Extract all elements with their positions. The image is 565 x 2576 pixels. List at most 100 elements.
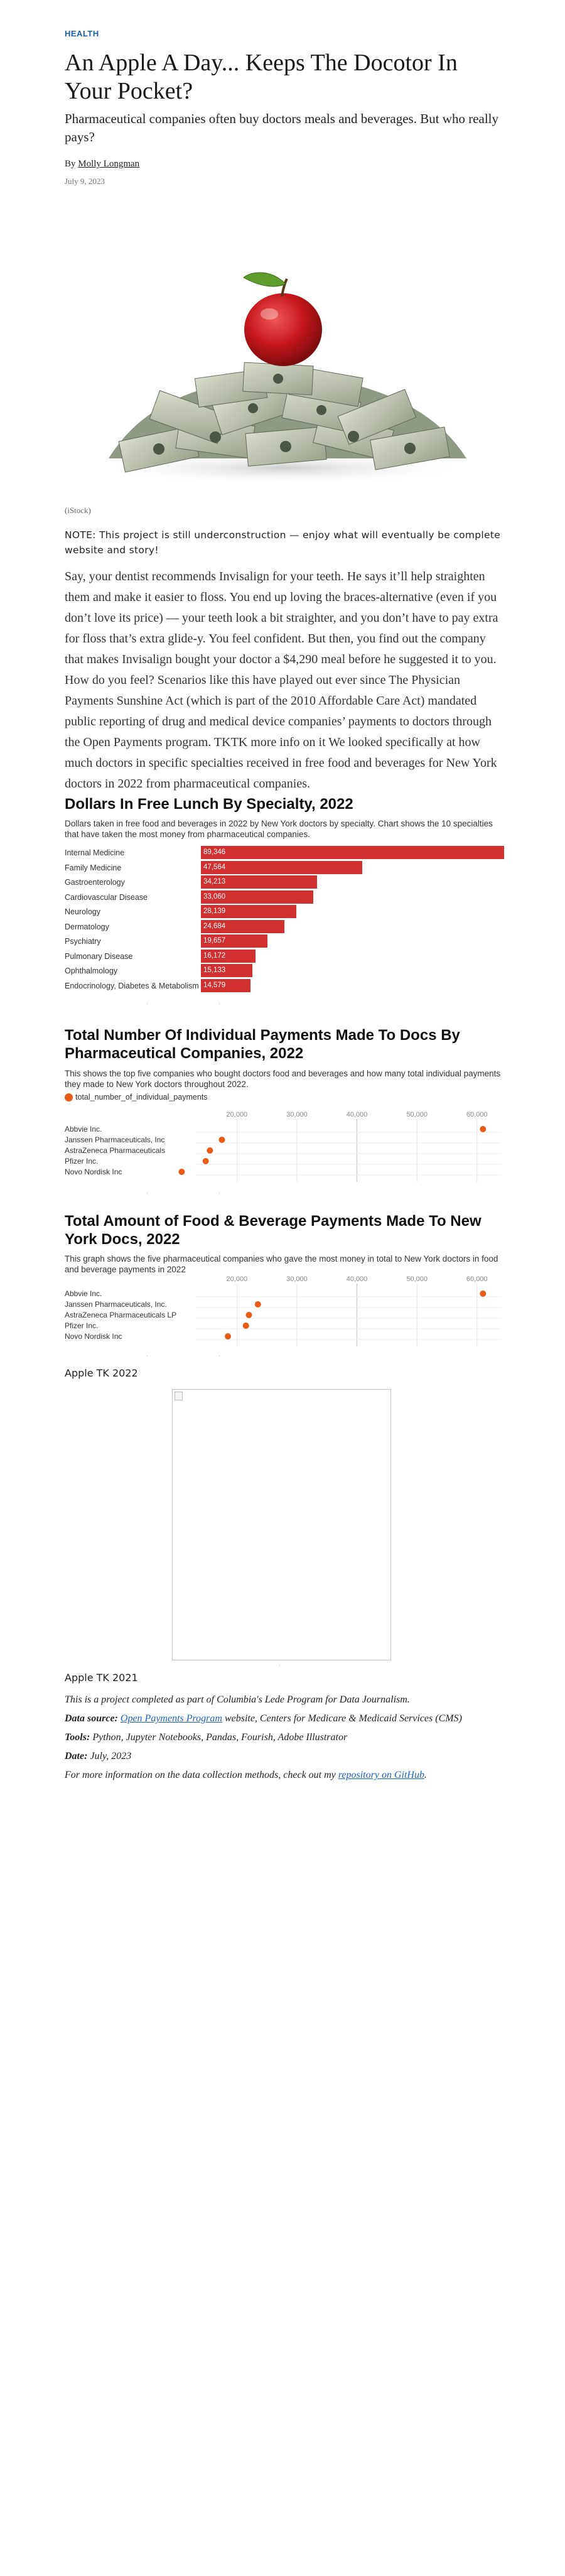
dek: Pharmaceutical companies often buy docto… (65, 111, 499, 144)
bar-row: Family Medicine 47,564 (65, 860, 504, 875)
dot-chart-payments-amount: 20,000 30,000 40,000 50,000 60,000 Abbvie Inc… (65, 1275, 504, 1349)
bar-value-label: 24,684 (203, 922, 226, 930)
bar[interactable]: 15,133 (201, 964, 252, 977)
footer-more-info: For more information on the data collect… (65, 1768, 504, 1782)
dot-category-label: Janssen Pharmaceuticals, Inc. (65, 1300, 167, 1309)
image-caption: (iStock) (65, 506, 91, 515)
footer-program: This is a project completed as part of C… (65, 1694, 410, 1705)
chart1-source-dot: · (218, 1001, 220, 1007)
chart3-subtitle: This graph shows the five pharmaceutical… (65, 1254, 498, 1274)
bar-row: Pulmonary Disease 16,172 (65, 949, 504, 963)
bar[interactable]: 16,172 (201, 949, 256, 963)
bar-value-label: 15,133 (203, 966, 226, 974)
section-tk-2022: Apple TK 2022 (65, 1367, 138, 1379)
x-tick-label: 50,000 (406, 1275, 428, 1283)
bar[interactable]: 28,139 (201, 905, 297, 918)
data-point[interactable] (202, 1158, 209, 1164)
bar[interactable]: 14,579 (201, 978, 250, 992)
author-link[interactable]: Molly Longman (78, 159, 139, 169)
bar-category-label: Endocrinology, Diabetes & Metabolism (65, 981, 199, 990)
data-point[interactable] (207, 1147, 213, 1154)
data-source-rest: website, Centers for Medicare & Medicaid… (222, 1713, 462, 1724)
dot-chart-svg: 20,000 30,000 40,000 50,000 60,000 Abbvie Inc… (65, 1111, 501, 1182)
open-payments-link[interactable]: Open Payments Program (121, 1713, 222, 1724)
github-repo-link[interactable]: repository on GitHub (338, 1770, 424, 1780)
data-point[interactable] (245, 1312, 252, 1318)
bar-category-label: Family Medicine (65, 863, 122, 872)
apple-on-money-pile-icon (95, 272, 471, 484)
more-prefix: For more information on the data collect… (65, 1770, 338, 1780)
footer-tools: Tools: Python, Jupyter Notebooks, Pandas… (65, 1731, 504, 1745)
data-point[interactable] (254, 1301, 261, 1307)
x-tick-label: 20,000 (227, 1111, 248, 1118)
more-suffix: . (424, 1770, 427, 1780)
tools-rest: Python, Jupyter Notebooks, Pandas, Fouri… (90, 1732, 348, 1743)
chart3-title: Total Amount of Food & Beverage Payments… (65, 1213, 482, 1248)
bar-value-label: 34,213 (203, 878, 226, 885)
date-label: Date: (65, 1751, 88, 1762)
section-kicker[interactable]: HEALTH (65, 29, 99, 38)
bar-category-label: Cardiovascular Disease (65, 892, 148, 902)
footer-date: Date: July, 2023 (65, 1750, 504, 1763)
date-rest: July, 2023 (87, 1751, 132, 1762)
bar-value-label: 33,060 (203, 892, 226, 901)
bar-row: Cardiovascular Disease 33,060 (65, 890, 504, 904)
bar[interactable]: 33,060 (201, 890, 313, 904)
x-tick-label: 40,000 (347, 1275, 368, 1283)
dot-category-label: Pfizer Inc. (65, 1321, 98, 1330)
chart1-title: Dollars In Free Lunch By Specialty, 2022 (65, 796, 353, 813)
bar[interactable]: 19,657 (201, 934, 268, 948)
bar-category-label: Psychiatry (65, 937, 101, 946)
dot-category-label: Pfizer Inc. (65, 1157, 98, 1166)
dot-category-label: Novo Nordisk Inc (65, 1332, 122, 1341)
dot-category-label: Abbvie Inc. (65, 1125, 102, 1134)
chart3-source-dot: · (218, 1353, 220, 1359)
x-tick-label: 50,000 (406, 1111, 428, 1118)
x-tick-label: 20,000 (227, 1275, 248, 1283)
dot-category-label: Abbvie Inc. (65, 1289, 102, 1298)
bar-value-label: 47,564 (203, 863, 226, 871)
bar-value-label: 28,139 (203, 907, 226, 915)
byline-prefix: By (65, 159, 78, 169)
bar-category-label: Neurology (65, 907, 100, 916)
publish-date: July 9, 2023 (65, 176, 105, 186)
dot-category-label: AstraZeneca Pharmaceuticals (65, 1146, 165, 1155)
broken-image-icon (175, 1392, 183, 1400)
bar-row: Dermatology 24,684 (65, 919, 504, 934)
dot-chart-payments-count: 20,000 30,000 40,000 50,000 60,000 Abbvie Inc… (65, 1110, 504, 1184)
chart1-subtitle: Dollars taken in free food and beverages… (65, 819, 493, 839)
bar-row: Ophthalmology 15,133 (65, 964, 504, 978)
chart2-subtitle: This shows the top five companies who bo… (65, 1069, 501, 1089)
dot-chart-svg: 20,000 30,000 40,000 50,000 60,000 Abbvie Inc… (65, 1275, 501, 1346)
bar-row: Endocrinology, Diabetes & Metabolism 14,5… (65, 978, 504, 993)
bar[interactable]: 47,564 (201, 860, 363, 874)
data-point[interactable] (242, 1323, 249, 1329)
data-point[interactable] (218, 1137, 225, 1143)
x-tick-label: 60,000 (466, 1111, 488, 1118)
bar-row: Gastroenterology 34,213 (65, 875, 504, 889)
bar-row: Neurology 28,139 (65, 905, 504, 919)
dot-category-label: Janssen Pharmaceuticals, Inc (65, 1135, 164, 1144)
data-point[interactable] (225, 1333, 232, 1339)
bar-category-label: Dermatology (65, 922, 109, 931)
chart2-title: Total Number Of Individual Payments Made… (65, 1027, 460, 1062)
body-paragraph: Say, your dentist recommends Invisalign … (65, 570, 498, 791)
bar[interactable]: 89,346 (201, 846, 504, 859)
bar-category-label: Pulmonary Disease (65, 951, 133, 961)
bar-category-label: Gastroenterology (65, 878, 125, 887)
bar[interactable]: 34,213 (201, 875, 317, 889)
bar-row: Psychiatry 19,657 (65, 934, 504, 948)
chart3-source-dot: · (146, 1353, 148, 1359)
data-point[interactable] (480, 1126, 487, 1132)
x-tick-label: 30,000 (286, 1275, 308, 1283)
broken-image-placeholder (172, 1389, 391, 1660)
footer-data-source: Data source: Open Payments Program websi… (65, 1712, 504, 1726)
construction-note: NOTE: This project is still underconstru… (65, 529, 501, 556)
headline: An Apple A Day... Keeps The Docotor In Y… (65, 50, 458, 104)
bar-category-label: Ophthalmology (65, 966, 118, 975)
bar[interactable]: 24,684 (201, 919, 285, 933)
data-point[interactable] (480, 1291, 487, 1297)
chart2-source-dot: · (218, 1190, 220, 1196)
data-point[interactable] (178, 1169, 185, 1175)
bar-value-label: 16,172 (203, 951, 226, 960)
